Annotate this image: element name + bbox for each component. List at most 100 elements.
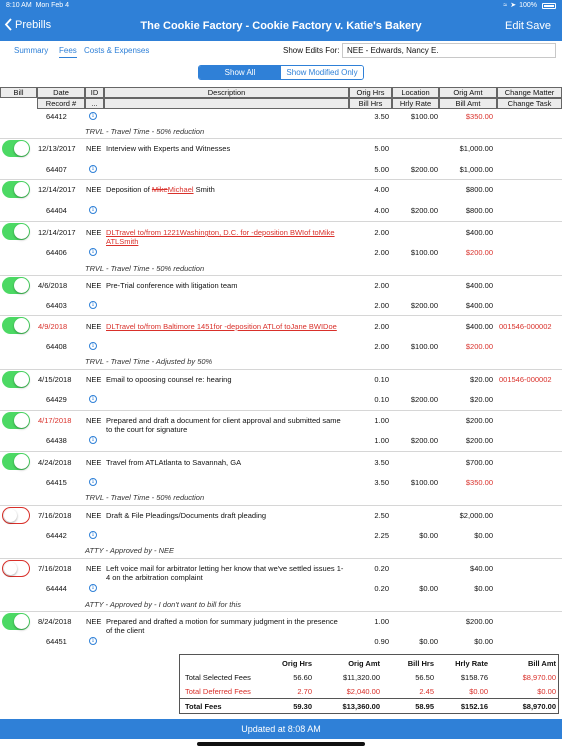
bill-toggle[interactable] bbox=[2, 507, 30, 524]
bill-hrs: 3.50 bbox=[374, 478, 389, 487]
entry-description[interactable]: Prepared and drafted a motion for summar… bbox=[106, 617, 346, 635]
page-title: The Cookie Factory - Cookie Factory v. K… bbox=[140, 20, 422, 32]
entry-date: 7/16/2018 bbox=[38, 511, 72, 520]
entry-description[interactable]: Draft & File Pleadings/Documents draft p… bbox=[106, 511, 266, 520]
totals-header-orig-amt: Orig Amt bbox=[348, 659, 380, 668]
orig-amt: $400.00 bbox=[465, 228, 493, 237]
entry-id: NEE bbox=[86, 144, 102, 153]
info-icon[interactable]: i bbox=[89, 531, 97, 539]
show-all-segment[interactable]: Show All bbox=[199, 66, 281, 79]
row-divider bbox=[0, 179, 562, 180]
info-icon[interactable]: i bbox=[89, 112, 97, 120]
row-divider bbox=[0, 275, 562, 276]
entry-description[interactable]: Interview with Experts and Witnesses bbox=[106, 144, 230, 153]
entry-date: 7/16/2018 bbox=[38, 564, 72, 573]
info-icon[interactable]: i bbox=[89, 248, 97, 256]
bill-hrs: 0.20 bbox=[374, 584, 389, 593]
bill-toggle[interactable] bbox=[2, 140, 30, 157]
info-icon[interactable]: i bbox=[89, 342, 97, 350]
row-divider bbox=[0, 505, 562, 506]
location-icon: ➤ bbox=[510, 2, 517, 9]
totals-value: 58.95 bbox=[415, 702, 434, 711]
battery-icon bbox=[542, 3, 556, 9]
info-icon[interactable]: i bbox=[89, 436, 97, 444]
entry-description[interactable]: Travel from ATLAtlanta to Savannah, GA bbox=[106, 458, 241, 467]
bill-hrs: 2.00 bbox=[374, 342, 389, 351]
orig-hrs: 3.50 bbox=[374, 458, 389, 467]
bill-amt: $200.00 bbox=[465, 248, 493, 257]
info-icon[interactable]: i bbox=[89, 165, 97, 173]
entry-description[interactable]: DLTravel to/from Baltimore 1451for -depo… bbox=[106, 322, 346, 331]
info-icon[interactable]: i bbox=[89, 206, 97, 214]
bill-toggle[interactable] bbox=[2, 453, 30, 470]
entry-description[interactable]: Email to opoosing counsel re: hearing bbox=[106, 375, 232, 384]
info-icon[interactable]: i bbox=[89, 637, 97, 645]
totals-label: Total Deferred Fees bbox=[185, 687, 251, 696]
totals-value: $8,970.00 bbox=[522, 702, 556, 711]
record-number: 64406 bbox=[46, 248, 67, 257]
header-change-task: Change Task bbox=[497, 98, 562, 109]
bill-toggle[interactable] bbox=[2, 371, 30, 388]
header-description: Description bbox=[104, 87, 349, 98]
entry-description[interactable]: Pre-Trial conference with litigation tea… bbox=[106, 281, 237, 290]
entry-date: 4/15/2018 bbox=[38, 375, 72, 384]
bill-amt: $0.00 bbox=[474, 637, 493, 646]
status-time: 8:10 AM Mon Feb 4 bbox=[6, 0, 69, 12]
orig-hrs: 1.00 bbox=[374, 416, 389, 425]
header-location: Location bbox=[392, 87, 439, 98]
bill-toggle[interactable] bbox=[2, 317, 30, 334]
bill-toggle[interactable] bbox=[2, 560, 30, 577]
change-matter[interactable]: 001546-000002 bbox=[499, 375, 552, 384]
bill-toggle[interactable] bbox=[2, 277, 30, 294]
orig-amt: $700.00 bbox=[465, 458, 493, 467]
home-indicator[interactable] bbox=[197, 742, 365, 746]
bill-amt: $200.00 bbox=[465, 436, 493, 445]
row-note: TRVL - Travel Time - 50% reduction bbox=[85, 127, 205, 136]
show-edits-field[interactable]: NEE - Edwards, Nancy E. bbox=[342, 43, 556, 58]
info-icon[interactable]: i bbox=[89, 478, 97, 486]
bill-toggle[interactable] bbox=[2, 181, 30, 198]
orig-amt: $1,000.00 bbox=[459, 144, 493, 153]
totals-value: $158.76 bbox=[460, 673, 488, 682]
totals-header-bill-amt: Bill Amt bbox=[527, 659, 556, 668]
tab-fees[interactable]: Fees bbox=[59, 46, 77, 58]
desc-text-end: Smith bbox=[193, 185, 215, 194]
entry-description[interactable]: Left voice mail for arbitrator letting h… bbox=[106, 564, 346, 582]
tab-summary[interactable]: Summary bbox=[14, 46, 48, 55]
entry-description[interactable]: DLTravel to/from 1221Washington, D.C. fo… bbox=[106, 228, 346, 246]
header-record: Record # bbox=[37, 98, 85, 109]
save-button[interactable]: Save bbox=[526, 20, 551, 32]
hrly-rate: $0.00 bbox=[419, 637, 438, 646]
tab-costs-expenses[interactable]: Costs & Expenses bbox=[84, 46, 149, 55]
hrly-rate: $200.00 bbox=[410, 301, 438, 310]
entry-description[interactable]: Deposition of MikeMichael Smith bbox=[106, 185, 215, 194]
entry-id: NEE bbox=[86, 511, 102, 520]
bill-toggle[interactable] bbox=[2, 412, 30, 429]
totals-value: $0.00 bbox=[537, 687, 556, 696]
hrly-rate: $200.00 bbox=[410, 395, 438, 404]
info-icon[interactable]: i bbox=[89, 395, 97, 403]
record-number: 64429 bbox=[46, 395, 67, 404]
bill-amt: $1,000.00 bbox=[459, 165, 493, 174]
show-modified-segment[interactable]: Show Modified Only bbox=[281, 66, 363, 79]
bill-toggle[interactable] bbox=[2, 223, 30, 240]
totals-value: $2,040.00 bbox=[346, 687, 380, 696]
record-number: 64403 bbox=[46, 301, 67, 310]
bill-hrs: 2.00 bbox=[374, 301, 389, 310]
entry-description[interactable]: Prepared and draft a document for client… bbox=[106, 416, 346, 434]
change-matter[interactable]: 001546-000002 bbox=[499, 322, 552, 331]
entry-date: 4/17/2018 bbox=[38, 416, 72, 425]
entry-date: 4/6/2018 bbox=[38, 281, 68, 290]
info-icon[interactable]: i bbox=[89, 301, 97, 309]
header-hrly-rate: Hrly Rate bbox=[392, 98, 439, 109]
bill-hrs: 0.10 bbox=[374, 395, 389, 404]
totals-divider bbox=[180, 698, 558, 699]
bill-hrs: 4.00 bbox=[374, 206, 389, 215]
edit-button[interactable]: Edit bbox=[505, 20, 524, 32]
bill-amt: $0.00 bbox=[474, 584, 493, 593]
record-number: 64444 bbox=[46, 584, 67, 593]
bill-toggle[interactable] bbox=[2, 613, 30, 630]
totals-header-hrly-rate: Hrly Rate bbox=[455, 659, 488, 668]
info-icon[interactable]: i bbox=[89, 584, 97, 592]
entry-id: NEE bbox=[86, 458, 102, 467]
